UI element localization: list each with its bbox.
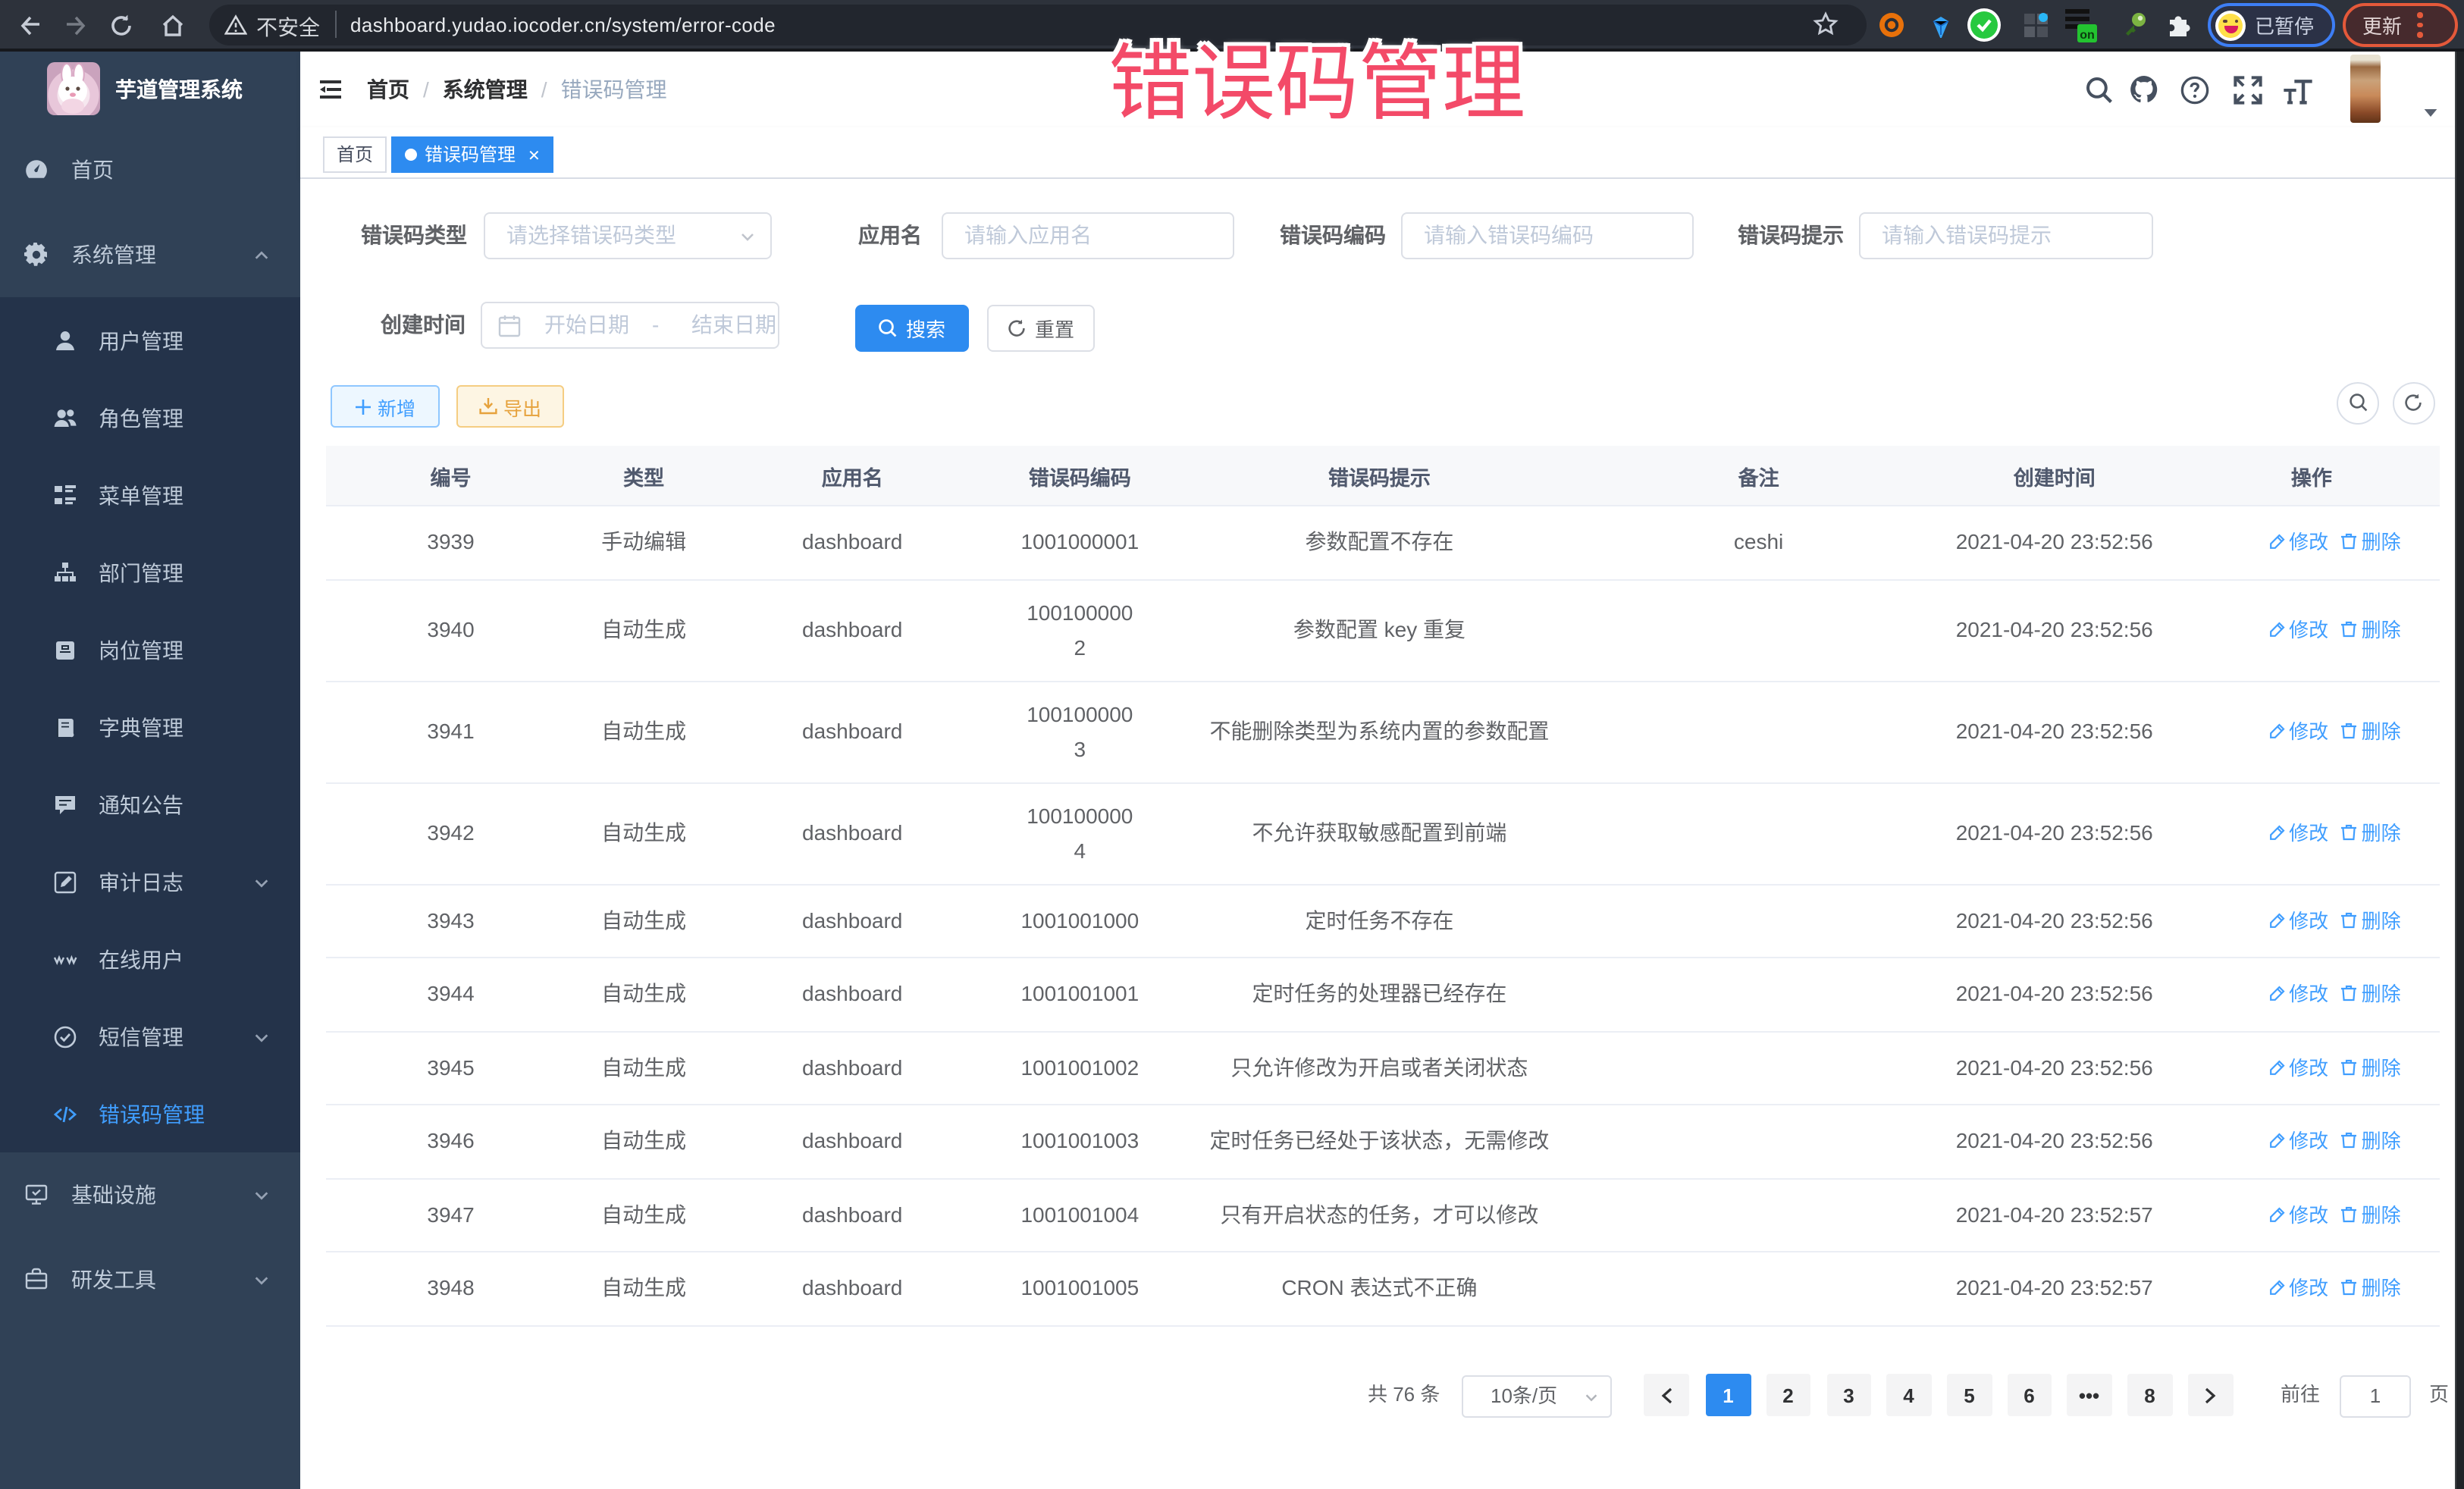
- svg-text:on: on: [2080, 29, 2095, 42]
